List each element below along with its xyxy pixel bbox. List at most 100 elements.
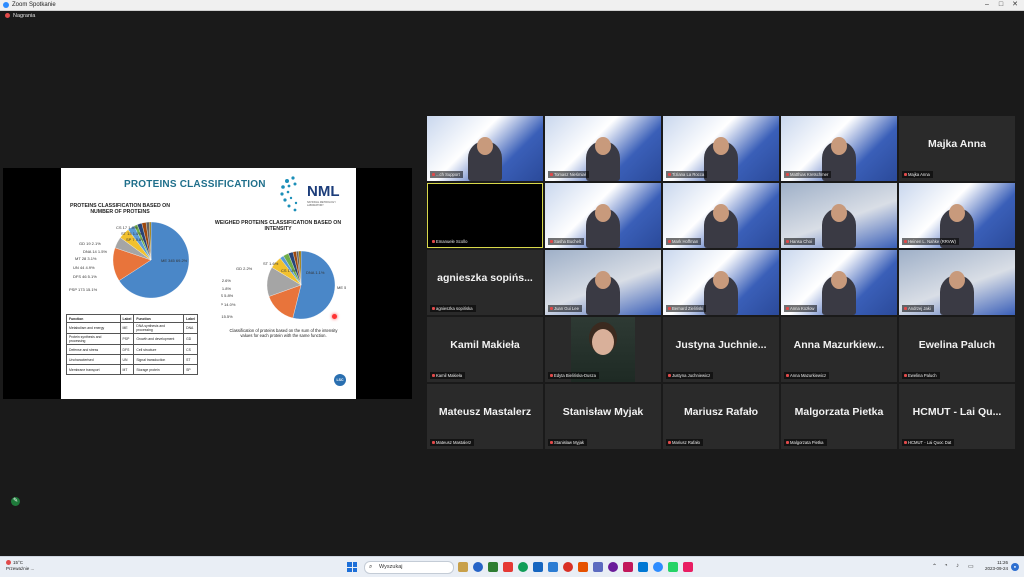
taskbar-app-icon[interactable]	[503, 562, 513, 572]
participant-tile[interactable]: Malgorzata Pietka Malgorzata Pietka	[781, 384, 897, 449]
participant-tile[interactable]: agnieszka sopińs... agnieszka sopińska	[427, 250, 543, 315]
taskbar-app-icon[interactable]	[578, 562, 588, 572]
taskbar-app-icon[interactable]	[638, 562, 648, 572]
participant-tile[interactable]: Anna Kozłow	[781, 250, 897, 315]
participant-name-label: Anna Mazurkiewicz	[784, 372, 830, 379]
participant-name-label: Mateusz Mastalerz	[430, 439, 475, 446]
participant-tile[interactable]: Anna Mazurkiew... Anna Mazurkiewicz	[781, 317, 897, 382]
annotate-pen-icon[interactable]: ✎	[11, 497, 20, 506]
pie-slice-label: MT 2.6%	[221, 278, 231, 283]
participant-tile[interactable]: Sasha Buchelt	[545, 183, 661, 248]
participant-tile[interactable]: Ewelina Paluch Ewelina Paluch	[899, 317, 1015, 382]
recording-label: Nagrania	[13, 13, 36, 19]
participant-tile[interactable]: Justyna Juchnie... Justyna Juchniewicz	[663, 317, 779, 382]
participant-tile[interactable]: Edyta Bielińska-Dusza	[545, 317, 661, 382]
tray-chevron-icon[interactable]: ⌃	[932, 563, 937, 570]
taskbar-app-icon[interactable]	[608, 562, 618, 572]
participant-head	[477, 137, 493, 155]
pie-chart-intensity: ME 53.4% SP 15.5% PSP 14.0% DFS 5.8% UN 1.8%…	[221, 250, 346, 320]
table-header: Function	[133, 314, 185, 323]
participant-name-label: Anna Kozłow	[784, 305, 818, 312]
pie-chart-count: ME 345 69.2% PSP 173 15.1% DFS 46 5.1% UN 4…	[69, 221, 190, 299]
taskbar-app-icon[interactable]	[563, 562, 573, 572]
taskbar-app-icon[interactable]	[683, 562, 693, 572]
participant-tile[interactable]: Andrzej Jaki	[899, 250, 1015, 315]
participant-name-label: Justyna Juchniewicz	[666, 372, 714, 379]
participant-tile[interactable]: Kamil Makieła Kamil Makieła	[427, 317, 543, 382]
participant-tile[interactable]: Stanisław Myjak Stanisław Myjak	[545, 384, 661, 449]
pie-slice-label: ST 1.6%	[263, 261, 279, 266]
network-icon[interactable]: ◔	[944, 563, 948, 569]
participant-tile[interactable]: Mark Hoffman	[663, 183, 779, 248]
table-cell: MT	[119, 364, 135, 375]
taskbar-app-icon[interactable]	[623, 562, 633, 572]
participant-tile[interactable]: Majka Anna Majka Anna	[899, 116, 1015, 181]
table-cell: Uncharacterised	[66, 354, 121, 365]
screen-share-area: PROTEINS CLASSIFICATION NML NATIONAL MET…	[3, 168, 412, 399]
taskbar-app-icon[interactable]	[593, 562, 603, 572]
participant-name-label: Mark Hoffman	[666, 238, 702, 245]
taskbar-app-icon[interactable]	[488, 562, 498, 572]
windows-start-icon[interactable]	[347, 562, 357, 572]
pie-slice-label: UN 44 4.9%	[73, 265, 95, 270]
participant-display-name: Mateusz Mastalerz	[438, 406, 532, 418]
battery-icon[interactable]: ▭	[968, 563, 974, 570]
section-title-intensity: WEIGHED PROTEINS CLASSIFICATION BASED ON…	[214, 220, 342, 232]
table-cell: Membrane transport	[66, 364, 121, 375]
minimize-button[interactable]: –	[980, 0, 994, 10]
participant-tile[interactable]: Heinen L. Nahke (RRVW)	[899, 183, 1015, 248]
participant-tile[interactable]: Juan Gui Lee	[545, 250, 661, 315]
close-button[interactable]: ✕	[1008, 0, 1022, 10]
participant-head	[831, 204, 847, 222]
taskbar-app-icon[interactable]	[458, 562, 468, 572]
taskbar-app-icon[interactable]	[518, 562, 528, 572]
participant-tile[interactable]: ...ch Support	[427, 116, 543, 181]
taskbar-app-icon[interactable]	[668, 562, 678, 572]
table-header: Label	[183, 314, 198, 323]
table-cell: Protein synthesis and processing	[66, 333, 121, 345]
notification-icon[interactable]: ●	[1011, 563, 1019, 571]
participant-name-label: agnieszka sopińska	[430, 305, 476, 312]
participant-name-label: Tiziana La Rocca	[666, 171, 708, 178]
table-cell: UN	[119, 354, 135, 365]
windows-taskbar: 15°C Przeważnie ... ⌕ Wyszukaj ⌃ ◔ ♪ ▭ 1…	[0, 556, 1024, 577]
pie-slice-label: ME 53.4%	[337, 285, 346, 290]
weather-widget[interactable]: 15°C Przeważnie ...	[6, 560, 34, 572]
participant-head	[595, 137, 611, 155]
participant-tile[interactable]: Mateusz Mastalerz Mateusz Mastalerz	[427, 384, 543, 449]
participant-name-label: Kamil Makieła	[430, 372, 466, 379]
participant-tile[interactable]: Tiziana La Rocca	[663, 116, 779, 181]
maximize-button[interactable]: □	[994, 0, 1008, 10]
clock-date: 2023-09-24	[984, 566, 1008, 571]
participant-tile[interactable]: Emanuele Scollo	[427, 183, 543, 248]
participant-tile[interactable]: Bernard Zieliński	[663, 250, 779, 315]
participant-tile[interactable]: Tomasz Nieśmiał	[545, 116, 661, 181]
participant-tile[interactable]: Matthias Kretschmer	[781, 116, 897, 181]
taskbar-search[interactable]: ⌕ Wyszukaj	[364, 561, 454, 574]
participant-tile[interactable]: Mariusz Rafało Mariusz Rafało	[663, 384, 779, 449]
participant-name-label: HCMUT - Lai Quoc Dat	[902, 439, 955, 446]
pie-slice-label: GD 2.2%	[236, 266, 253, 271]
taskbar-app-icon[interactable]	[548, 562, 558, 572]
pie-slice-label: PSP 14.0%	[221, 302, 236, 307]
pie-slice-label: SP 15.5%	[221, 314, 233, 319]
participant-name-label: Edyta Bielińska-Dusza	[548, 372, 599, 379]
laser-pointer	[332, 314, 337, 319]
nml-logo-subtitle: NATIONAL METROLOGY LABORATORY	[307, 201, 336, 207]
nml-logo-text: NML	[307, 183, 340, 200]
participant-tile[interactable]: Hansa Choi	[781, 183, 897, 248]
pie-slice-label: PSP 173 15.1%	[69, 287, 98, 292]
taskbar-app-icon[interactable]	[533, 562, 543, 572]
taskbar-app-icon[interactable]	[473, 562, 483, 572]
table-cell: PSP	[119, 333, 135, 345]
slide-caption: Classification of proteins based on the …	[229, 328, 338, 338]
recording-indicator[interactable]: Nagrania	[5, 13, 35, 19]
participant-name-label: Emanuele Scollo	[430, 238, 471, 245]
participant-name-label: Malgorzata Pietka	[784, 439, 827, 446]
table-row: Protein synthesis and processing PSP Growt…	[66, 333, 198, 345]
volume-icon[interactable]: ♪	[956, 563, 959, 569]
table-row: Membrane transport MT Storage protein SP	[66, 364, 198, 375]
taskbar-app-icon[interactable]	[653, 562, 663, 572]
participant-tile[interactable]: HCMUT - Lai Qu... HCMUT - Lai Quoc Dat	[899, 384, 1015, 449]
taskbar-clock[interactable]: 11:26 2023-09-24	[978, 560, 1008, 572]
